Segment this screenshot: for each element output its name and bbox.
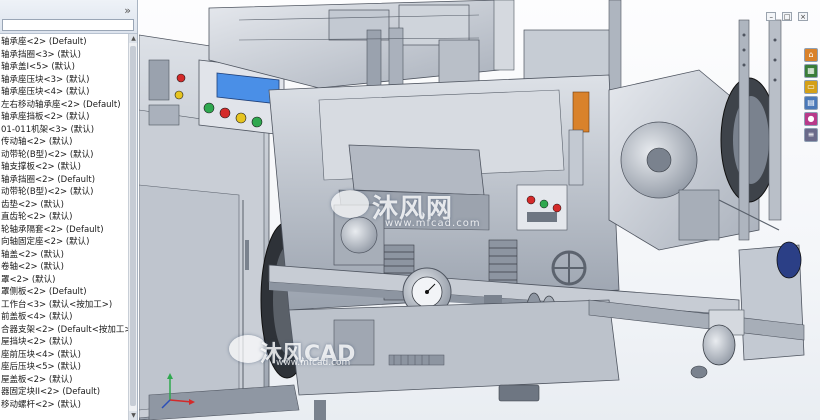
- view-palette-icon[interactable]: ▤: [804, 96, 818, 110]
- tree-item[interactable]: 移动螺杆<2> (默认): [0, 399, 128, 412]
- scroll-down-arrow-icon[interactable]: ▼: [129, 411, 137, 420]
- library-icon[interactable]: ▦: [804, 64, 818, 78]
- tree-item[interactable]: 轴承座挡板<2> (默认): [0, 111, 128, 124]
- custom-properties-icon[interactable]: ≡: [804, 128, 818, 142]
- tree-item[interactable]: 罩<2> (默认): [0, 274, 128, 287]
- tree-item[interactable]: 轮轴承隔套<2> (Default): [0, 224, 128, 237]
- tree-item[interactable]: 卷轴<2> (默认): [0, 261, 128, 274]
- tree-item[interactable]: 工作台<3> (默认<按加工>): [0, 299, 128, 312]
- watermark-logo-icon: [331, 190, 369, 218]
- tree-item[interactable]: 轴承盖I<5> (默认): [0, 61, 128, 74]
- tree-item[interactable]: 01-011机架<3> (默认): [0, 124, 128, 137]
- scroll-up-arrow-icon[interactable]: ▲: [129, 34, 137, 43]
- watermark-url: www.mfcad.com: [385, 218, 481, 229]
- tree-scrollbar[interactable]: ▲ ▼: [128, 34, 137, 420]
- tree-item[interactable]: 轴承座<2> (Default): [0, 36, 128, 49]
- tree-item[interactable]: 轴承座压块<3> (默认): [0, 74, 128, 87]
- tree-item[interactable]: 座前压块<4> (默认): [0, 349, 128, 362]
- tree-item[interactable]: 左右移动轴承座<2> (Default): [0, 99, 128, 112]
- tree-item[interactable]: 向轴固定座<2> (默认): [0, 236, 128, 249]
- tree-item[interactable]: 直齿轮<2> (默认): [0, 211, 128, 224]
- tree-item[interactable]: 屋挡块<2> (默认): [0, 336, 128, 349]
- tree-item[interactable]: 器固定块II<2> (Default): [0, 386, 128, 399]
- maximize-button[interactable]: □: [782, 12, 793, 21]
- tree-item[interactable]: 屋盖板<2> (默认): [0, 374, 128, 387]
- tree-item[interactable]: 轴承座压块<4> (默认): [0, 86, 128, 99]
- feature-tree-panel: » 轴承座<2> (Default) 轴承挡圈<3> (默认) 轴承盖I<5> (默…: [0, 0, 138, 420]
- folder-icon[interactable]: ▭: [804, 80, 818, 94]
- tree-item[interactable]: 齿垫<2> (默认): [0, 199, 128, 212]
- feature-tree-list: 轴承座<2> (Default) 轴承挡圈<3> (默认) 轴承盖I<5> (默认)…: [0, 36, 128, 411]
- scroll-thumb[interactable]: [130, 46, 136, 406]
- task-pane-tabs: ⌂ ▦ ▭ ▤ ● ≡: [804, 48, 818, 144]
- belt-wheel-assembly: [608, 19, 782, 251]
- reference-triad-icon: [161, 373, 195, 409]
- tree-item[interactable]: 动带轮(B型)<2> (默认): [0, 186, 128, 199]
- feature-tree-header: »: [0, 0, 137, 34]
- tree-item[interactable]: 动带轮(B型)<2> (默认): [0, 149, 128, 162]
- tree-filter-input[interactable]: [2, 19, 134, 31]
- appearance-icon[interactable]: ●: [804, 112, 818, 126]
- tree-item[interactable]: 轴承挡圈<3> (默认): [0, 49, 128, 62]
- tree-item[interactable]: 罩侧板<2> (Default): [0, 286, 128, 299]
- collapse-panel-button[interactable]: »: [124, 4, 131, 17]
- tree-item[interactable]: 座后压块<5> (默认): [0, 361, 128, 374]
- watermark-url: www.mfcad.com: [276, 358, 351, 368]
- tree-item[interactable]: 轴承挡圈<2> (Default): [0, 174, 128, 187]
- tree-item[interactable]: 合器支架<2> (Default<按加工>): [0, 324, 128, 337]
- tree-item[interactable]: 传动轴<2> (默认): [0, 136, 128, 149]
- graphics-viewport[interactable]: [139, 0, 820, 420]
- tree-item[interactable]: 轴盖<2> (默认): [0, 249, 128, 262]
- tree-item[interactable]: 轴支撑板<2> (默认): [0, 161, 128, 174]
- tree-item[interactable]: 前盖板<4> (默认): [0, 311, 128, 324]
- close-button[interactable]: ×: [798, 12, 808, 21]
- window-controls: – □ ×: [763, 12, 808, 22]
- minimize-button[interactable]: –: [766, 12, 777, 21]
- home-icon[interactable]: ⌂: [804, 48, 818, 62]
